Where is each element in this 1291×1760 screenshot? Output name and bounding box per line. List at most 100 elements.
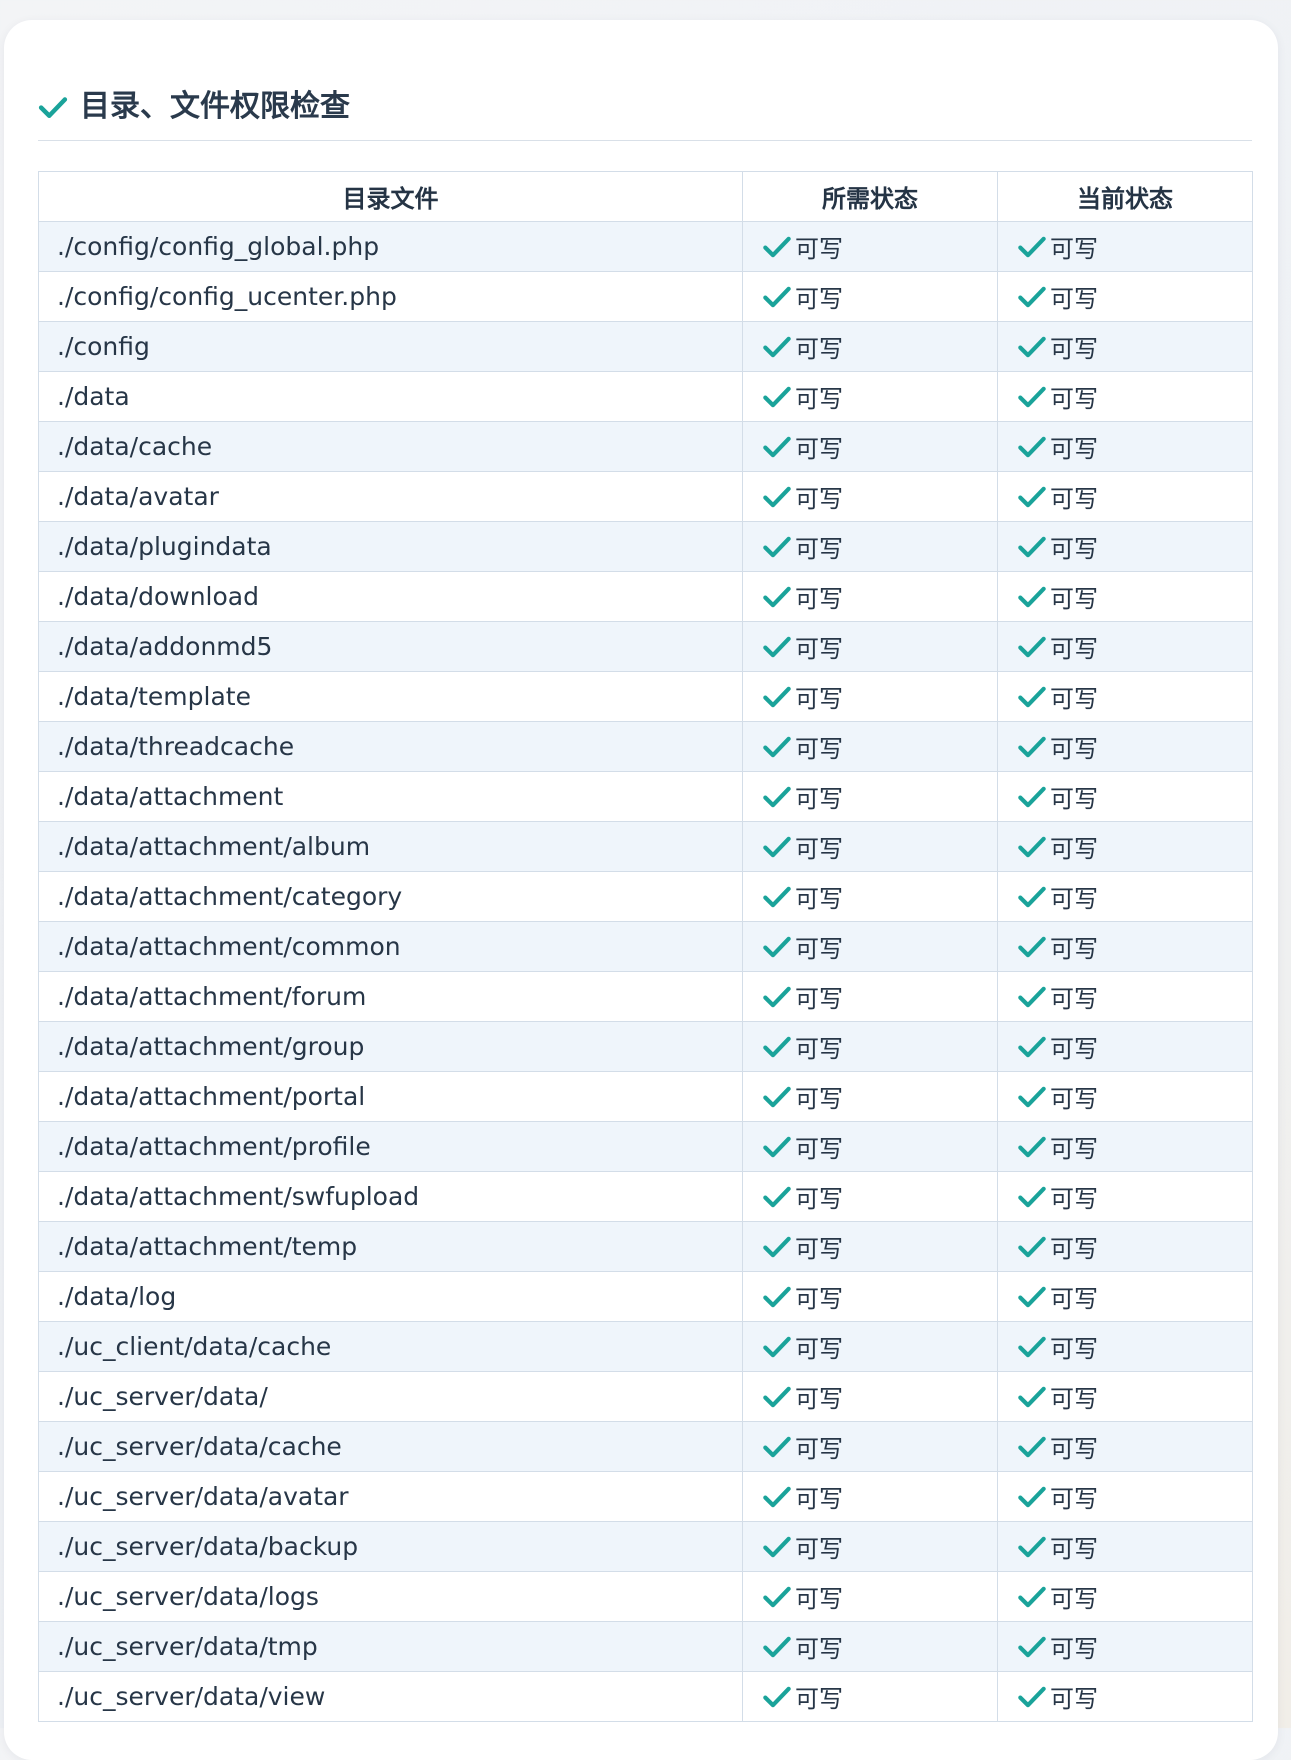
required-status: 可写: [743, 1529, 997, 1564]
path-text: ./data/template: [57, 682, 251, 711]
current-status-cell: 可写: [997, 821, 1253, 872]
required-status-text: 可写: [795, 785, 843, 813]
current-status: 可写: [998, 1479, 1252, 1514]
required-status-cell: 可写: [742, 771, 998, 822]
path-text: ./data/attachment/temp: [57, 1232, 358, 1261]
table-row: ./config/config_ucenter.php 可写 可写: [38, 271, 1253, 322]
required-status: 可写: [743, 1029, 997, 1064]
path-text: ./data/attachment/group: [57, 1032, 365, 1061]
check-icon: [1018, 736, 1046, 757]
current-status-text: 可写: [1050, 485, 1098, 513]
check-icon: [1018, 836, 1046, 857]
path-cell: ./uc_server/data/logs: [38, 1571, 743, 1622]
required-status: 可写: [743, 1279, 997, 1314]
required-status: 可写: [743, 379, 997, 414]
current-status-text: 可写: [1050, 1635, 1098, 1663]
current-status-cell: 可写: [997, 871, 1253, 922]
check-icon: [763, 1636, 791, 1657]
table-row: ./data/attachment/group 可写 可写: [38, 1021, 1253, 1072]
check-icon: [1018, 1336, 1046, 1357]
current-status-text: 可写: [1050, 285, 1098, 313]
required-status: 可写: [743, 629, 997, 664]
current-status: 可写: [998, 779, 1252, 814]
path-cell: ./data/attachment/temp: [38, 1221, 743, 1272]
path-text: ./uc_server/data/backup: [57, 1532, 359, 1561]
current-status: 可写: [998, 1079, 1252, 1114]
check-icon: [763, 1386, 791, 1407]
current-status-cell: 可写: [997, 421, 1253, 472]
current-status-cell: 可写: [997, 1121, 1253, 1172]
required-status-text: 可写: [795, 685, 843, 713]
table-row: ./config/config_global.php 可写 可写: [38, 221, 1253, 272]
required-status: 可写: [743, 729, 997, 764]
required-status-cell: 可写: [742, 921, 998, 972]
current-status-cell: 可写: [997, 671, 1253, 722]
path-cell: ./data/attachment/common: [38, 921, 743, 972]
current-status-text: 可写: [1050, 635, 1098, 663]
required-status-text: 可写: [795, 1335, 843, 1363]
check-icon: [1018, 336, 1046, 357]
required-status-cell: 可写: [742, 1171, 998, 1222]
path-cell: ./data/template: [38, 671, 743, 722]
check-icon: [763, 736, 791, 757]
current-status: 可写: [998, 1679, 1252, 1714]
check-icon: [763, 1436, 791, 1457]
check-icon: [1018, 1136, 1046, 1157]
required-status-cell: 可写: [742, 1621, 998, 1672]
required-status-text: 可写: [795, 735, 843, 763]
current-status-text: 可写: [1050, 1435, 1098, 1463]
path-text: ./uc_server/data/avatar: [57, 1482, 349, 1511]
path-cell: ./data/attachment/category: [38, 871, 743, 922]
required-status-cell: 可写: [742, 1471, 998, 1522]
check-icon: [763, 586, 791, 607]
path-text: ./data/threadcache: [57, 732, 295, 761]
current-status-text: 可写: [1050, 335, 1098, 363]
table-row: ./data/attachment/swfupload 可写 可写: [38, 1171, 1253, 1222]
current-status-text: 可写: [1050, 1035, 1098, 1063]
current-status: 可写: [998, 879, 1252, 914]
current-status-cell: 可写: [997, 321, 1253, 372]
check-icon: [1018, 1636, 1046, 1657]
table-row: ./data/attachment/forum 可写 可写: [38, 971, 1253, 1022]
column-header-required: 所需状态: [742, 171, 998, 222]
table-row: ./data/attachment/temp 可写 可写: [38, 1221, 1253, 1272]
check-icon: [1018, 1036, 1046, 1057]
check-icon: [1018, 636, 1046, 657]
required-status: 可写: [743, 1179, 997, 1214]
required-status-cell: 可写: [742, 1671, 998, 1722]
required-status: 可写: [743, 479, 997, 514]
check-icon: [1018, 1536, 1046, 1557]
table-row: ./data/download 可写 可写: [38, 571, 1253, 622]
table-row: ./uc_server/data/view 可写 可写: [38, 1671, 1253, 1722]
table-row: ./uc_client/data/cache 可写 可写: [38, 1321, 1253, 1372]
required-status: 可写: [743, 679, 997, 714]
path-text: ./uc_server/data/: [57, 1382, 268, 1411]
path-text: ./data/attachment/profile: [57, 1132, 371, 1161]
required-status-text: 可写: [795, 1035, 843, 1063]
table-body: ./config/config_global.php 可写 可写 ./config/c…: [38, 221, 1253, 1722]
required-status: 可写: [743, 1329, 997, 1364]
required-status-text: 可写: [795, 585, 843, 613]
path-cell: ./data/attachment/swfupload: [38, 1171, 743, 1222]
required-status-cell: 可写: [742, 421, 998, 472]
check-icon: [1018, 1386, 1046, 1407]
current-status-text: 可写: [1050, 1185, 1098, 1213]
required-status-text: 可写: [795, 535, 843, 563]
current-status-text: 可写: [1050, 985, 1098, 1013]
check-icon: [763, 1186, 791, 1207]
required-status-cell: 可写: [742, 621, 998, 672]
check-icon: [763, 1336, 791, 1357]
path-cell: ./data/log: [38, 1271, 743, 1322]
path-text: ./config: [57, 332, 150, 361]
check-icon: [1018, 686, 1046, 707]
table-row: ./uc_server/data/backup 可写 可写: [38, 1521, 1253, 1572]
path-cell: ./uc_server/data/tmp: [38, 1621, 743, 1672]
current-status: 可写: [998, 529, 1252, 564]
check-icon: [763, 1686, 791, 1707]
required-status-cell: 可写: [742, 1321, 998, 1372]
current-status: 可写: [998, 429, 1252, 464]
current-status: 可写: [998, 829, 1252, 864]
check-icon: [763, 286, 791, 307]
current-status-cell: 可写: [997, 1271, 1253, 1322]
check-icon: [763, 636, 791, 657]
